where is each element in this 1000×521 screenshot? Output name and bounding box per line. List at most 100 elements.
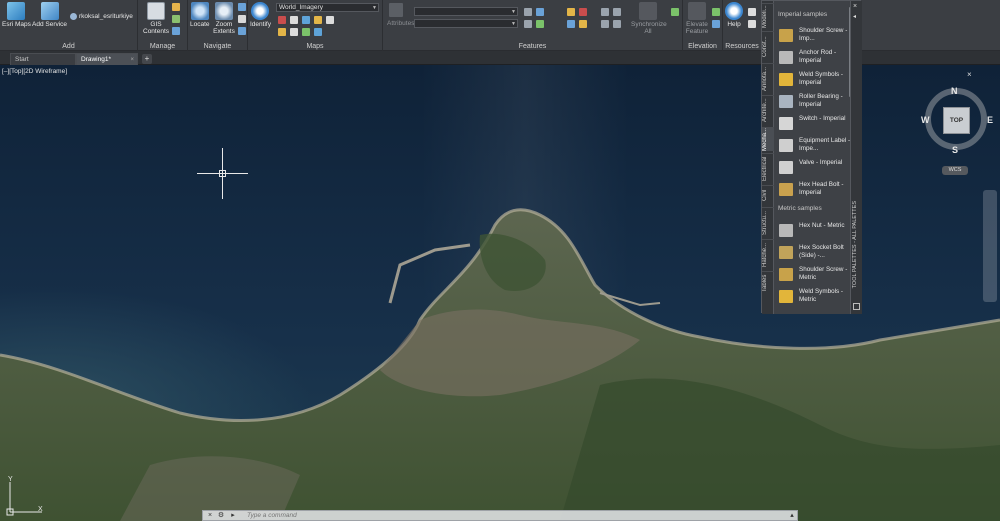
palette-item-shoulder-screw-imperial[interactable]: Shoulder Screw - Imp... — [777, 26, 849, 47]
hand-icon[interactable] — [238, 15, 246, 23]
tool-palette: Modeli... Const... Annota... Archite... … — [761, 0, 862, 314]
palette-tab-annotation[interactable]: Annota... — [762, 63, 774, 93]
export-icon[interactable] — [314, 16, 322, 24]
filter-icon[interactable] — [302, 16, 310, 24]
palette-item-weld-symbols-imperial[interactable]: Weld Symbols - Imperial — [777, 70, 849, 91]
palette-autohide-icon[interactable]: ◂ — [853, 13, 856, 20]
viewcube-top-face[interactable]: TOP — [943, 107, 970, 134]
command-settings-icon[interactable]: ⚙ — [216, 511, 226, 520]
gis-contents-button[interactable]: GIS Contents — [143, 2, 169, 35]
palette-properties-icon[interactable] — [853, 303, 860, 310]
palette-tab-tables[interactable]: Tables — [762, 271, 774, 295]
palette-tab-mechanical[interactable]: Mecha... — [762, 127, 774, 151]
add-feature-icon[interactable] — [536, 20, 544, 28]
attributes-label: Attributes — [387, 20, 415, 27]
refresh-icon[interactable] — [172, 15, 180, 23]
zoom-extents-button[interactable]: Zoom Extents — [212, 2, 236, 35]
weld-symbol-icon — [779, 73, 793, 86]
valve-icon — [779, 161, 793, 174]
layer-icon[interactable] — [278, 16, 286, 24]
palette-tab-civil[interactable]: Civil — [762, 185, 774, 205]
feature-layer-select[interactable]: ▼ — [414, 7, 518, 16]
check-out-icon[interactable] — [613, 8, 621, 16]
check-in-icon[interactable] — [601, 8, 609, 16]
upload-icon[interactable] — [671, 8, 679, 16]
palette-tab-constraints[interactable]: Const... — [762, 31, 774, 61]
palette-item-hex-head-bolt-imperial[interactable]: Hex Head Bolt - Imperial — [777, 180, 849, 201]
symbol-icon[interactable] — [278, 28, 286, 36]
sync-icon[interactable] — [314, 28, 322, 36]
previous-view-icon[interactable] — [238, 27, 246, 35]
undo-icon[interactable] — [613, 20, 621, 28]
palette-item-equipment-label-imperial[interactable]: Equipment Label - Impe... — [777, 136, 850, 157]
anchor-rod-icon — [779, 51, 793, 64]
compass-south[interactable]: S — [952, 145, 958, 155]
wcs-menu[interactable]: WCS — [942, 166, 968, 175]
palette-tab-structural[interactable]: Structu... — [762, 207, 774, 237]
about-icon[interactable] — [748, 20, 756, 28]
chevron-down-icon: ▼ — [511, 9, 516, 15]
command-expand-icon[interactable]: ▴ — [787, 511, 797, 520]
locate-button[interactable]: Locate — [190, 2, 210, 28]
synchronize-button[interactable]: Synchronize All — [631, 2, 667, 35]
palette-tab-hatches[interactable]: Hatche... — [762, 239, 774, 269]
viewport-controls-label[interactable]: [–][Top][2D Wireframe] — [2, 68, 67, 75]
panel-title-elevation: Elevation — [688, 43, 717, 50]
command-input[interactable] — [247, 511, 787, 520]
palette-item-roller-bearing-imperial[interactable]: Roller Bearing - Imperial — [777, 92, 849, 113]
attach-icon[interactable] — [567, 20, 575, 28]
palette-item-shoulder-screw-metric[interactable]: Shoulder Screw - Metric — [777, 265, 849, 286]
palette-item-anchor-rod-imperial[interactable]: Anchor Rod - Imperial — [777, 48, 849, 69]
feature-type-select[interactable]: ▼ — [414, 19, 518, 28]
zoom-extents-icon — [215, 2, 233, 20]
label-icon[interactable] — [290, 28, 298, 36]
edit-icon[interactable] — [567, 8, 575, 16]
palette-item-valve-imperial[interactable]: Valve - Imperial — [777, 158, 849, 179]
viewcube-close-icon[interactable]: × — [967, 70, 972, 79]
esri-maps-button[interactable]: Esri Maps — [2, 2, 31, 28]
palette-item-switch-imperial[interactable]: Switch - Imperial — [777, 114, 849, 135]
delete-icon[interactable] — [579, 8, 587, 16]
style-icon[interactable] — [579, 20, 587, 28]
palette-tab-modeling[interactable]: Modeli... — [762, 3, 774, 29]
palette-close-icon[interactable]: × — [853, 3, 857, 10]
tab-drawing1[interactable]: Drawing1* × — [76, 53, 138, 65]
select-icon[interactable] — [524, 8, 532, 16]
command-history-icon[interactable]: ▸ — [228, 511, 238, 520]
settings-icon[interactable] — [172, 27, 180, 35]
identify-button[interactable]: Identify — [250, 2, 271, 28]
clear-icon[interactable] — [524, 20, 532, 28]
help-button[interactable]: Help — [725, 2, 743, 28]
user-account-button[interactable]: rkoksal_esriturkiye — [70, 13, 133, 20]
elevate-feature-button[interactable]: Elevate Feature — [685, 2, 709, 35]
palette-item-weld-symbols-metric[interactable]: Weld Symbols - Metric — [777, 287, 849, 308]
pan-icon[interactable] — [238, 3, 246, 11]
add-service-button[interactable]: Add Service — [32, 2, 67, 28]
surface-icon[interactable] — [712, 20, 720, 28]
basemap-select[interactable]: World_Imagery ▼ — [276, 3, 379, 12]
tab-start[interactable]: Start — [10, 53, 76, 65]
palette-tab-electrical[interactable]: Electrical — [762, 153, 774, 183]
palette-item-hex-nut-metric[interactable]: Hex Nut - Metric — [777, 221, 849, 242]
command-close-icon[interactable]: × — [205, 511, 215, 520]
panel-title-manage: Manage — [149, 43, 176, 50]
attributes-icon[interactable] — [389, 3, 403, 17]
terrain-icon[interactable] — [712, 8, 720, 16]
query-icon[interactable] — [536, 8, 544, 16]
palette-tab-architectural[interactable]: Archite... — [762, 95, 774, 125]
panel-title-maps: Maps — [306, 43, 324, 50]
documents-icon[interactable] — [748, 8, 756, 16]
folder-icon[interactable] — [172, 3, 180, 11]
print-icon[interactable] — [326, 16, 334, 24]
compass-east[interactable]: E — [987, 115, 993, 125]
compass-north[interactable]: N — [951, 86, 958, 96]
history-icon[interactable] — [601, 20, 609, 28]
table-icon[interactable] — [290, 16, 298, 24]
compass-west[interactable]: W — [921, 115, 930, 125]
navigation-bar[interactable] — [983, 190, 997, 302]
map-icon[interactable] — [302, 28, 310, 36]
new-tab-button[interactable]: + — [142, 54, 152, 64]
user-icon — [70, 13, 77, 20]
palette-title-bar[interactable]: × ◂ TOOL PALETTES - ALL PALETTES — [850, 1, 862, 314]
palette-item-hex-socket-bolt-metric[interactable]: Hex Socket Bolt (Side) -... — [777, 243, 849, 264]
